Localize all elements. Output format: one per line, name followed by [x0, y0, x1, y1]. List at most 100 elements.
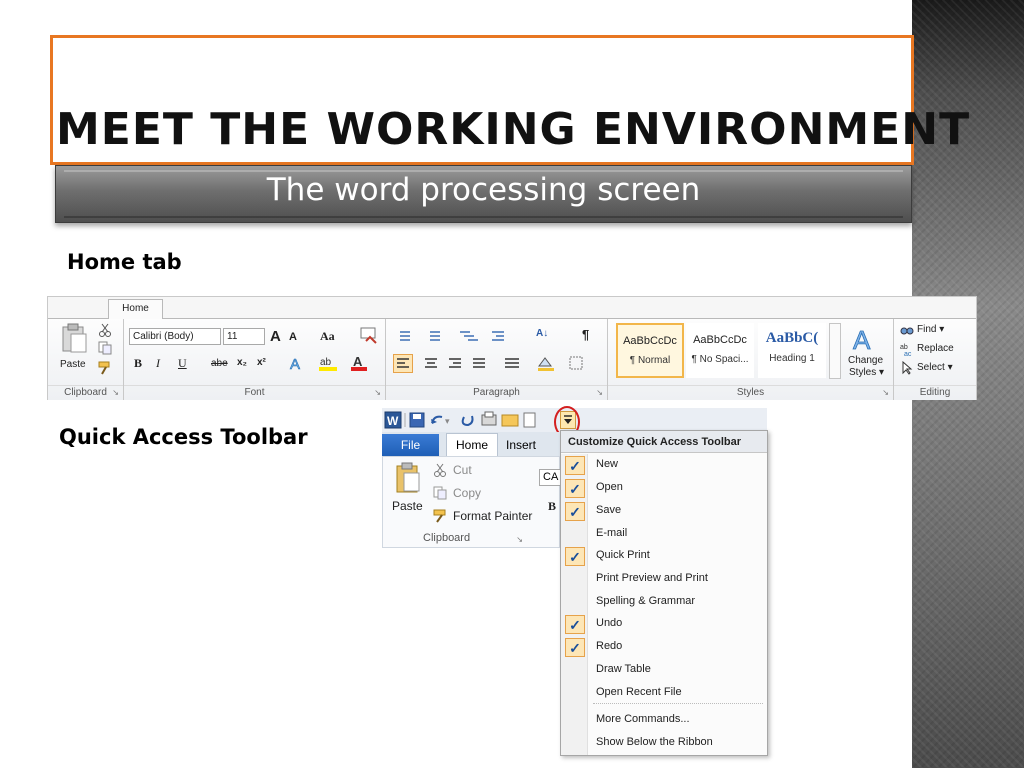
qat-home-tab[interactable]: Home	[446, 433, 498, 456]
style-no-spacing-sample: AaBbCcDc	[693, 334, 747, 346]
qat-paste-label[interactable]: Paste	[392, 499, 423, 513]
paragraph-group-text: Paragraph	[473, 387, 520, 398]
paragraph-launcher-icon[interactable]: ↘	[596, 388, 603, 397]
menu-item-quick-print[interactable]: ✓ Quick Print	[561, 546, 767, 568]
qat-cut-icon[interactable]	[433, 463, 447, 477]
qat-copy-icon[interactable]	[433, 486, 447, 500]
style-no-spacing[interactable]: AaBbCcDc ¶ No Spaci...	[686, 323, 754, 378]
style-normal[interactable]: AaBbCcDc ¶ Normal	[616, 323, 684, 378]
editing-group-text: Editing	[919, 387, 951, 398]
menu-item-label: Print Preview and Print	[596, 572, 708, 584]
menu-item-label: Draw Table	[596, 663, 651, 675]
slide-subtitle: The word processing screen	[266, 172, 701, 208]
show-marks-button[interactable]: ¶	[582, 327, 589, 342]
subscript-button[interactable]: x₂	[237, 357, 247, 368]
font-group: Calibri (Body) 11 A A Aa B I U abe x₂ x²…	[124, 319, 386, 400]
slide-title: MEET THE WORKING ENVIRONMENT	[56, 104, 971, 155]
qat-icons[interactable]: W ▾	[384, 411, 556, 429]
qat-font-box-peek[interactable]: CA	[539, 469, 561, 486]
style-heading-1[interactable]: AaBbC( Heading 1	[758, 323, 826, 378]
clear-formatting-icon[interactable]	[360, 327, 378, 345]
menu-item-label: Quick Print	[596, 549, 650, 561]
underline-button[interactable]: U	[178, 356, 187, 371]
font-name-box[interactable]: Calibri (Body)	[129, 328, 221, 345]
strikethrough-button[interactable]: abe	[211, 358, 228, 369]
insert-tab[interactable]: Insert	[506, 434, 536, 456]
shading-borders-icon[interactable]	[536, 354, 596, 372]
ribbon-home-tab[interactable]: Home	[108, 299, 163, 320]
menu-item-show-below-the-ribbon[interactable]: Show Below the Ribbon	[561, 733, 767, 755]
paragraph-group-label: Paragraph	[386, 385, 607, 400]
change-styles-icon[interactable]: A	[849, 323, 883, 353]
file-tab[interactable]: File	[382, 434, 439, 456]
menu-item-label: Redo	[596, 640, 623, 652]
bold-button[interactable]: B	[134, 356, 142, 371]
qat-format-painter-label[interactable]: Format Painter	[453, 509, 532, 523]
font-launcher-icon[interactable]: ↘	[374, 388, 381, 397]
qat-copy-label[interactable]: Copy	[453, 486, 481, 500]
menu-item-open-recent-file[interactable]: Open Recent File	[561, 683, 767, 705]
checkmark-icon: ✓	[565, 615, 585, 634]
svg-text:ab: ab	[320, 357, 332, 368]
style-heading-1-sample: AaBbC(	[765, 330, 819, 346]
styles-group-label: Styles	[608, 385, 893, 400]
shrink-font-button[interactable]: A	[289, 331, 297, 343]
menu-item-print-preview-and-print[interactable]: Print Preview and Print	[561, 569, 767, 591]
select-button[interactable]: Select ▾	[917, 362, 953, 373]
menu-item-open[interactable]: ✓ Open	[561, 478, 767, 500]
change-styles-label-2[interactable]: Styles ▾	[849, 367, 884, 378]
change-case-button[interactable]: Aa	[320, 329, 335, 344]
grow-font-button[interactable]: A	[270, 328, 281, 345]
ribbon-screenshot: Home Paste Clipboard ↘ Calibri (Body) 11…	[47, 296, 977, 400]
menu-item-label: New	[596, 458, 619, 470]
clipboard-group-text: Clipboard	[64, 387, 107, 398]
styles-scrollbar[interactable]	[829, 323, 841, 379]
text-effects-icon[interactable]: A	[288, 354, 308, 372]
font-color-icon[interactable]: A	[350, 354, 370, 372]
superscript-button[interactable]: x²	[257, 357, 266, 368]
highlight-color-icon[interactable]: ab	[318, 354, 340, 372]
find-icon[interactable]	[900, 323, 914, 337]
checkmark-icon: ✓	[565, 479, 585, 498]
qat-paste-icon[interactable]	[395, 462, 423, 494]
cut-icon[interactable]	[98, 323, 112, 337]
menu-item-spelling-grammar[interactable]: Spelling & Grammar	[561, 592, 767, 614]
menu-header: Customize Quick Access Toolbar	[561, 431, 767, 453]
copy-icon[interactable]	[98, 341, 112, 355]
format-painter-icon[interactable]	[98, 361, 112, 375]
menu-item-more-commands[interactable]: More Commands...	[561, 710, 767, 732]
alignment-icons[interactable]	[395, 356, 525, 372]
italic-button[interactable]: I	[156, 356, 160, 371]
font-group-text: Font	[244, 387, 265, 398]
svg-text:A: A	[853, 325, 871, 353]
style-normal-name: ¶ Normal	[629, 355, 671, 366]
style-heading-1-name: Heading 1	[769, 353, 815, 364]
qat-format-painter-icon[interactable]	[433, 509, 449, 523]
clipboard-launcher-icon[interactable]: ↘	[112, 388, 119, 397]
replace-button[interactable]: Replace	[917, 343, 954, 354]
qat-label: Quick Access Toolbar	[59, 425, 308, 449]
paste-icon[interactable]	[60, 323, 90, 355]
qat-bold-peek[interactable]: B	[548, 499, 556, 514]
replace-icon[interactable]: abac	[900, 342, 914, 356]
select-icon[interactable]	[900, 361, 914, 375]
menu-item-label: Undo	[596, 617, 623, 629]
styles-launcher-icon[interactable]: ↘	[882, 388, 889, 397]
paste-label[interactable]: Paste	[60, 359, 86, 370]
change-styles-label[interactable]: Change	[848, 355, 883, 366]
font-size-box[interactable]: 11	[223, 328, 265, 345]
menu-item-redo[interactable]: ✓ Redo	[561, 637, 767, 659]
menu-item-new[interactable]: ✓ New	[561, 455, 767, 477]
sort-button[interactable]: A↓	[536, 328, 548, 339]
svg-text:ab: ab	[900, 344, 908, 351]
qat-cut-label[interactable]: Cut	[453, 463, 472, 477]
menu-item-label: Spelling & Grammar	[596, 595, 696, 607]
menu-item-draw-table[interactable]: Draw Table	[561, 660, 767, 682]
qat-clipboard-launcher-icon[interactable]: ↘	[516, 535, 523, 544]
menu-item-save[interactable]: ✓ Save	[561, 501, 767, 523]
svg-text:W: W	[387, 414, 399, 428]
find-button[interactable]: Find ▾	[917, 324, 944, 335]
list-buttons-icon[interactable]	[394, 328, 514, 344]
menu-item-undo[interactable]: ✓ Undo	[561, 614, 767, 636]
menu-item-e-mail[interactable]: E-mail	[561, 524, 767, 546]
